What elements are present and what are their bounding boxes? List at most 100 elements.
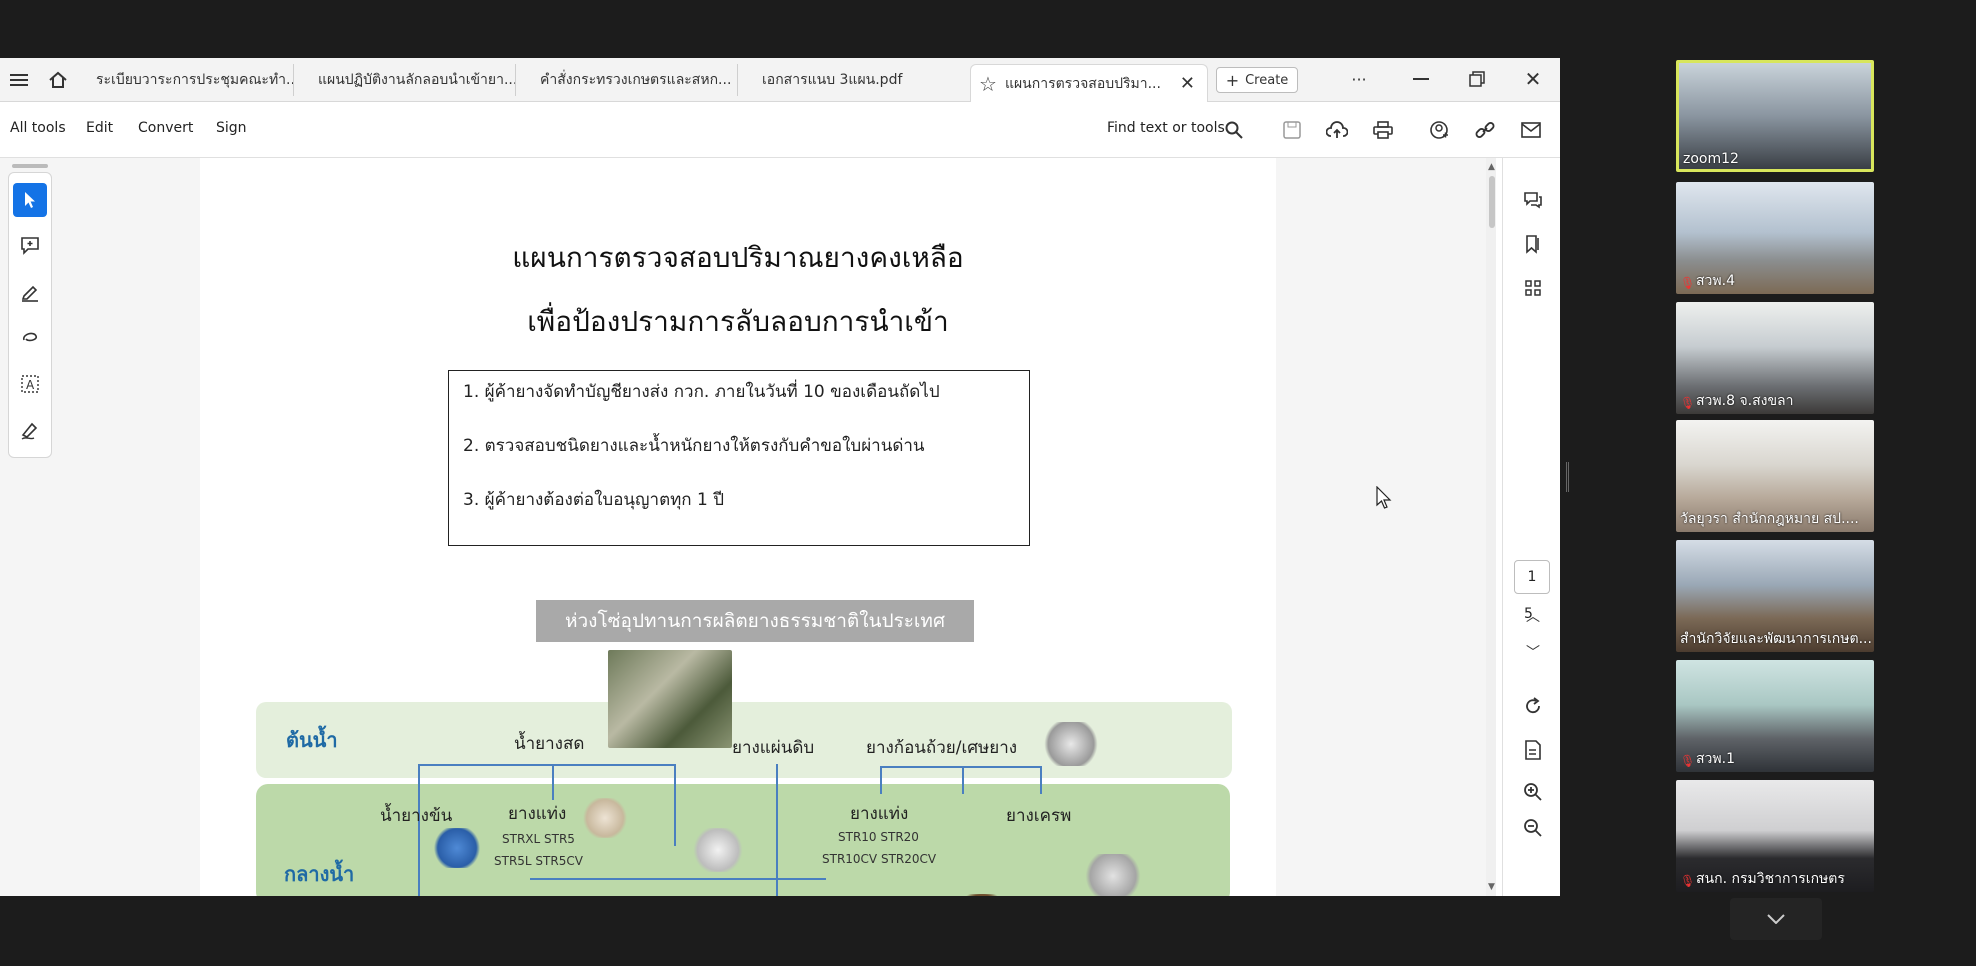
doc-title-line1: แผนการตรวจสอบปริมาณยางคงเหลือ [512, 241, 964, 274]
bookmark-icon[interactable] [1521, 232, 1545, 256]
restore-icon[interactable] [1464, 68, 1490, 90]
svg-text:A: A [26, 378, 35, 392]
search-icon[interactable] [1222, 118, 1246, 142]
tab-bar: ระเบียบวาระการประชุมคณะทำ... แผนปฏิบัติง… [0, 58, 1560, 102]
doc-item-1: 1. ผู้ค้ายางจัดทำบัญชียางส่ง กวก. ภายในว… [463, 382, 940, 402]
cup-lump-label: ยางก้อนถ้วย/เศษยาง [866, 738, 1018, 758]
gallery-expand-button[interactable] [1730, 898, 1822, 940]
add-comment-icon[interactable] [13, 229, 47, 263]
share-user-icon[interactable] [1426, 118, 1452, 142]
str-grades-a2: STR5L STR5CV [494, 854, 583, 868]
participant-tile[interactable]: zoom12 [1676, 60, 1874, 172]
star-icon[interactable]: ☆ [979, 72, 997, 96]
chevron-down-icon [1767, 914, 1785, 924]
right-tool-rail: ︿ ﹀ [1502, 158, 1560, 896]
page-margin-right [1276, 158, 1492, 896]
tab-action-plan[interactable]: แผนปฏิบัติงานลักลอบนำเข้ายา... [306, 64, 516, 96]
edit-button[interactable]: Edit [86, 120, 113, 136]
crepe-rubber-photo [1082, 854, 1144, 896]
participant-name: สวพ.8 จ.สงขลา [1696, 393, 1794, 409]
connector-line [776, 764, 778, 896]
freehand-draw-icon[interactable] [13, 321, 47, 355]
tab-label: แผนปฏิบัติงานลักลอบนำเข้ายา... [318, 72, 516, 88]
page-down-icon[interactable]: ﹀ [1521, 640, 1545, 664]
comments-icon[interactable] [1521, 188, 1545, 212]
rubber-bale-photo [692, 828, 744, 872]
scrollbar-thumb[interactable] [1489, 176, 1495, 228]
doc-title-line2: เพื่อป้องปรามการลับลอบการนำเข้า [527, 305, 949, 338]
muted-mic-icon: 🎙 [1680, 276, 1696, 290]
minimize-icon[interactable] [1408, 68, 1434, 90]
panel-splitter[interactable] [1566, 462, 1569, 492]
all-tools-button[interactable]: All tools [10, 120, 66, 136]
rotate-icon[interactable] [1521, 694, 1545, 718]
zoom-in-icon[interactable] [1521, 780, 1545, 804]
connector-line [418, 764, 674, 766]
concentrated-latex-label: น้ำยางข้น [380, 806, 453, 826]
select-tool-icon[interactable] [13, 183, 47, 217]
cup-lump-photo [1040, 722, 1102, 766]
str-grades-a1: STRXL STR5 [502, 832, 575, 846]
block-rubber-photo [582, 798, 628, 838]
participant-tile[interactable]: สวพ.4 🎙 [1676, 182, 1874, 294]
main-toolbar: All tools Edit Convert Sign Find text or… [0, 102, 1560, 158]
participant-tile[interactable]: สวพ.8 จ.สงขลา 🎙 [1676, 302, 1874, 414]
scroll-up-icon[interactable]: ▲ [1488, 162, 1495, 172]
connector-line [674, 764, 676, 846]
find-tools-button[interactable]: Find text or tools [1107, 120, 1225, 136]
latex-drum-photo [432, 828, 482, 868]
mouse-cursor-icon [1376, 485, 1392, 514]
participant-tile[interactable]: สนก. กรมวิชาการเกษตร 🎙 [1676, 780, 1874, 892]
email-icon[interactable] [1518, 118, 1544, 142]
text-box-icon[interactable]: A [13, 367, 47, 401]
home-icon[interactable] [46, 68, 70, 92]
participant-tile[interactable]: วัลยุวรา สำนักกฎหมาย สป.... [1676, 420, 1874, 532]
highlight-pen-icon[interactable] [13, 275, 47, 309]
crepe-rubber-label: ยางเครพ [1006, 806, 1072, 826]
participant-name: วัลยุวรา สำนักกฎหมาย สป.... [1680, 511, 1859, 527]
link-icon[interactable] [1472, 118, 1498, 142]
menu-icon[interactable] [8, 70, 30, 90]
participant-name: สนก. กรมวิชาการเกษตร [1696, 871, 1845, 887]
create-label: Create [1245, 72, 1289, 88]
more-icon[interactable]: ··· [1346, 68, 1372, 90]
muted-mic-icon: 🎙 [1680, 754, 1696, 768]
connector-line [880, 766, 1042, 768]
vertical-scrollbar[interactable] [1486, 158, 1496, 896]
convert-button[interactable]: Convert [138, 120, 193, 136]
scroll-down-icon[interactable]: ▼ [1488, 882, 1495, 892]
sheet-rubber-label: ยางแผ่นดิบ [732, 738, 815, 758]
sign-pen-icon[interactable] [13, 413, 47, 447]
upload-cloud-icon[interactable] [1324, 118, 1350, 142]
tab-agenda[interactable]: ระเบียบวาระการประชุมคณะทำ... [84, 64, 294, 96]
participant-tile[interactable]: สวพ.1 🎙 [1676, 660, 1874, 772]
participant-tile[interactable]: สำนักวิจัยและพัฒนาการเกษต... [1676, 540, 1874, 652]
save-icon[interactable] [1280, 118, 1304, 142]
connector-line [418, 846, 420, 896]
tab-ministry-order[interactable]: คำสั่งกระทรวงเกษตรและสหก... [528, 64, 738, 96]
str-rubber-photo [954, 894, 1010, 896]
plus-icon: + [1225, 70, 1240, 90]
connector-line [530, 878, 826, 880]
create-button[interactable]: + Create [1216, 67, 1298, 93]
page-size-icon[interactable] [1521, 738, 1545, 762]
sign-button[interactable]: Sign [216, 120, 247, 136]
close-tab-icon[interactable]: ✕ [1180, 73, 1195, 94]
connector-line [552, 764, 554, 800]
str-grades-b2: STR10CV STR20CV [822, 852, 937, 866]
tab-label: ระเบียบวาระการประชุมคณะทำ... [96, 72, 294, 88]
participant-name: สำนักวิจัยและพัฒนาการเกษต... [1680, 631, 1872, 647]
connector-line [962, 766, 964, 794]
zoom-out-icon[interactable] [1521, 816, 1545, 840]
thumbnails-icon[interactable] [1521, 276, 1545, 300]
str-grades-b1: STR10 STR20 [838, 830, 919, 844]
tab-inspection-plan[interactable]: ☆ แผนการตรวจสอบปริมา... ✕ [970, 64, 1208, 102]
tab-attachment[interactable]: เอกสารแนบ 3แผน.pdf [750, 64, 960, 96]
print-icon[interactable] [1370, 118, 1396, 142]
participant-name: zoom12 [1683, 151, 1739, 167]
page-number-input[interactable]: 1 [1514, 560, 1550, 594]
quick-tools-panel: A [8, 172, 52, 458]
page-total: 5 [1524, 606, 1533, 622]
close-window-icon[interactable]: ✕ [1520, 67, 1546, 91]
rail-grip[interactable] [12, 164, 48, 168]
